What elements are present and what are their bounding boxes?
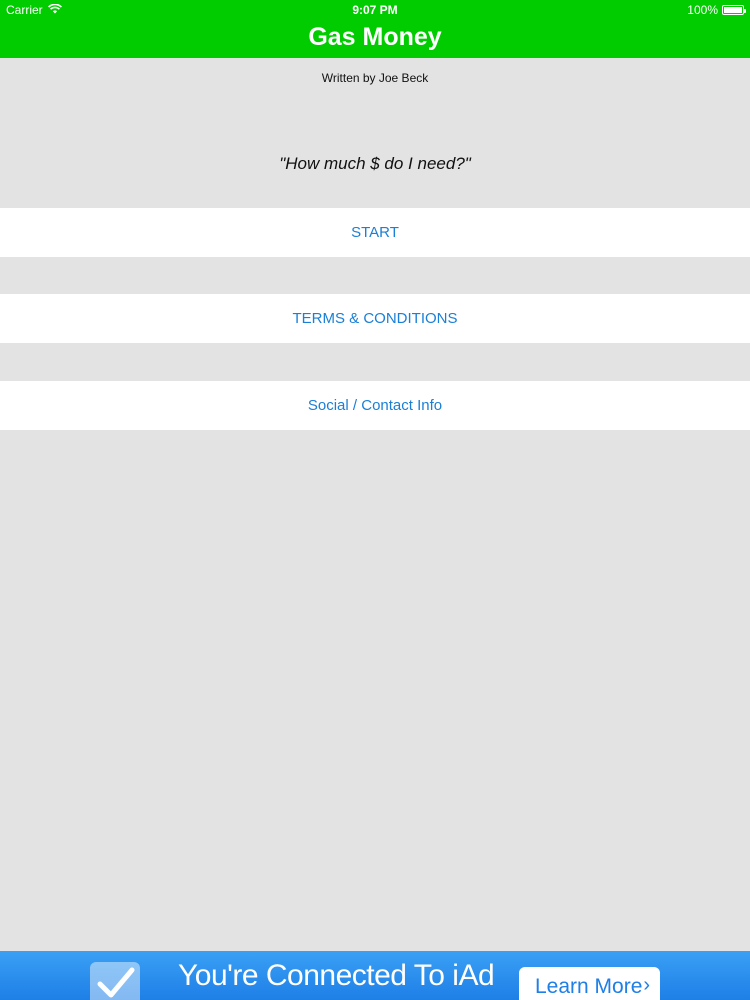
status-bar: Carrier 9:07 PM 100% <box>0 0 750 20</box>
ad-message: You're Connected To iAd <box>178 959 495 992</box>
battery-icon <box>722 5 746 15</box>
learn-more-button[interactable]: Learn More › <box>519 967 660 1000</box>
checkmark-icon <box>90 962 140 1000</box>
iad-banner[interactable]: You're Connected To iAd Learn More › <box>0 951 750 1000</box>
page-title: Gas Money <box>308 23 442 51</box>
top-bar: Carrier 9:07 PM 100% Gas Money <box>0 0 750 58</box>
status-time: 9:07 PM <box>352 3 398 17</box>
chevron-right-icon: › <box>643 974 650 996</box>
author-credit: Written by Joe Beck <box>321 71 429 85</box>
app-screen: Carrier 9:07 PM 100% Gas Money Written b… <box>0 0 750 1000</box>
start-button[interactable]: START <box>0 208 750 257</box>
social-contact-button[interactable]: Social / Contact Info <box>0 381 750 430</box>
learn-more-label: Learn More <box>535 975 643 998</box>
terms-conditions-button[interactable]: TERMS & CONDITIONS <box>0 294 750 343</box>
battery-percent: 100% <box>687 3 718 17</box>
battery-group: 100% <box>687 3 746 17</box>
tagline: "How much $ do I need?" <box>279 154 471 173</box>
